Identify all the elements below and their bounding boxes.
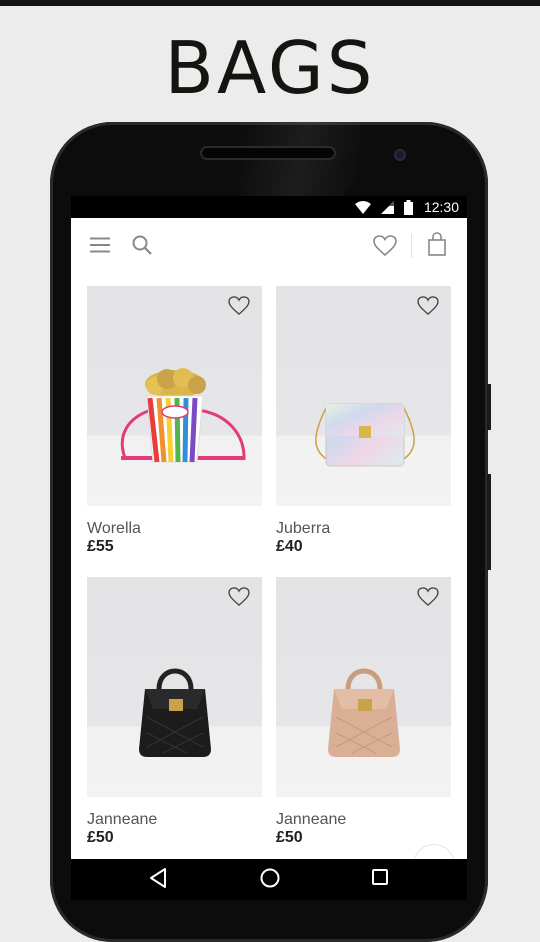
product-image[interactable] — [87, 577, 262, 797]
status-icons — [355, 200, 413, 215]
product-name[interactable]: Juberra — [276, 520, 451, 538]
product-image[interactable] — [87, 286, 262, 506]
nude-backpack-illustration — [328, 668, 400, 757]
front-camera — [394, 149, 406, 161]
phone-glare — [240, 122, 360, 202]
toolbar-divider — [411, 234, 412, 258]
app-screen: 12:30 Worella £55 Juberra £40 Janneane £… — [71, 196, 467, 859]
favorite-heart-icon[interactable] — [228, 587, 250, 606]
battery-icon — [404, 200, 413, 215]
top-stripe — [0, 0, 540, 6]
favorite-heart-icon[interactable] — [417, 296, 439, 315]
earpiece-speaker — [200, 146, 336, 160]
product-image[interactable] — [276, 286, 451, 506]
product-card[interactable]: Worella £55 — [87, 286, 262, 556]
black-backpack-illustration — [139, 668, 211, 757]
product-name[interactable]: Worella — [87, 520, 262, 538]
favorite-heart-icon[interactable] — [228, 296, 250, 315]
hamburger-menu-icon[interactable] — [89, 237, 111, 253]
product-card[interactable]: Janneane £50 — [276, 577, 451, 847]
holographic-bag-illustration — [315, 403, 415, 467]
status-bar: 12:30 — [71, 196, 467, 218]
product-name[interactable]: Janneane — [276, 811, 451, 829]
cellular-signal-icon — [381, 201, 394, 214]
product-card[interactable]: Janneane £50 — [87, 577, 262, 847]
volume-button — [487, 384, 491, 430]
home-circle-icon[interactable] — [259, 867, 281, 889]
android-nav-bar — [71, 859, 467, 900]
promo-title: BAGS — [164, 26, 376, 110]
product-price: £55 — [87, 538, 114, 555]
product-price: £50 — [87, 829, 114, 846]
status-time: 12:30 — [423, 199, 459, 215]
product-name[interactable]: Janneane — [87, 811, 262, 829]
search-icon[interactable] — [131, 234, 153, 256]
recents-square-icon[interactable] — [371, 868, 389, 886]
app-toolbar — [71, 218, 467, 270]
shopping-bag-icon[interactable] — [428, 232, 446, 256]
power-button — [487, 474, 491, 570]
popcorn-bag-illustration — [120, 368, 246, 463]
product-image[interactable] — [276, 577, 451, 797]
product-price: £50 — [276, 829, 303, 846]
back-triangle-icon[interactable] — [149, 867, 167, 889]
favorite-heart-icon[interactable] — [417, 587, 439, 606]
wishlist-heart-icon[interactable] — [373, 235, 397, 256]
wifi-icon — [355, 201, 371, 214]
product-card[interactable]: Juberra £40 — [276, 286, 451, 556]
product-price: £40 — [276, 538, 303, 555]
